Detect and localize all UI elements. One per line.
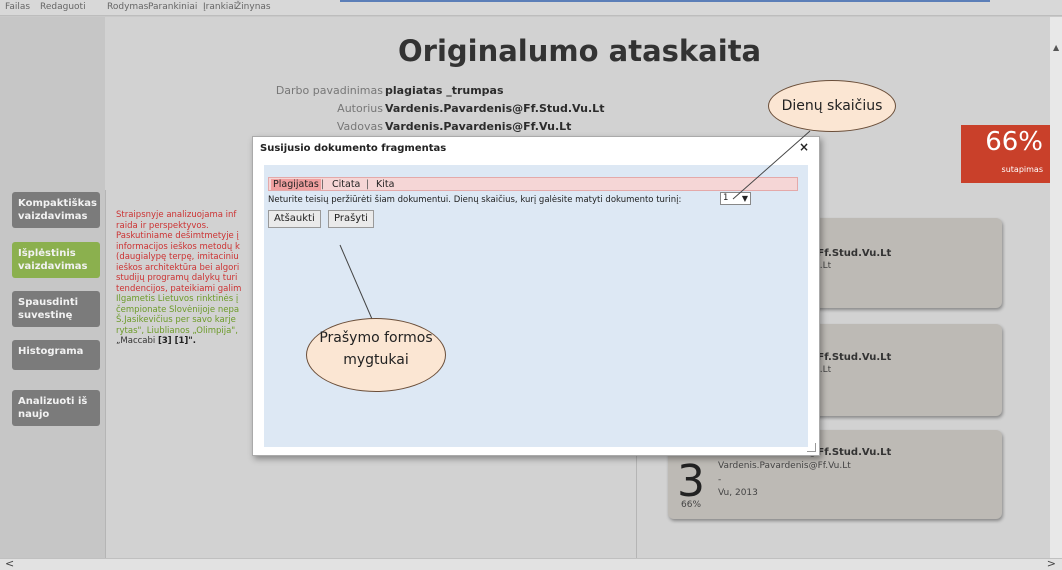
menu-favorites[interactable]: Parankiniai [148, 2, 197, 12]
chevron-down-icon: ▼ [741, 194, 748, 203]
supervisor-row: Vadovas Vardenis.Pavardenis@Ff.Vu.Lt [250, 120, 750, 136]
supervisor-value: Vardenis.Pavardenis@Ff.Vu.Lt [385, 120, 572, 133]
left-pane [0, 17, 105, 558]
nav-reanalyze[interactable]: Analizuoti iš naujo [12, 390, 100, 426]
nav-compact-view[interactable]: Kompaktiškas vaizdavimas [12, 192, 100, 228]
days-select-value: 1 [723, 193, 729, 203]
tab-plagiarism[interactable]: Plagijatas [271, 179, 321, 190]
resize-grip-icon[interactable] [807, 443, 816, 452]
scroll-left-icon[interactable]: < [5, 557, 14, 570]
source-sub: Vardenis.Pavardenis@Ff.Vu.Lt [718, 461, 851, 471]
menu-help[interactable]: Žinynas [235, 2, 271, 12]
window-accent-line [340, 0, 990, 2]
nav-extended-view[interactable]: Išplėstinis vaizdavimas [12, 242, 100, 278]
match-percentage-badge: 66% sutapimas [961, 125, 1051, 183]
match-percentage-value: 66% [985, 127, 1043, 157]
author-row: Autorius Vardenis.Pavardenis@Ff.Stud.Vu.… [250, 102, 750, 118]
callout-form-text-line1: Prašymo formos [319, 330, 433, 346]
source-percentage: 66% [681, 500, 702, 510]
menu-tools[interactable]: Įrankiai [203, 2, 236, 12]
days-select[interactable]: 1 ▼ [720, 192, 751, 205]
tab-separator: | [321, 179, 325, 190]
nav-histogram[interactable]: Histograma [12, 340, 100, 370]
callout-form-buttons: Prašymo formos mygtukai [306, 318, 446, 392]
callout-days-text: Dienų skaičius [781, 98, 883, 114]
author-label: Autorius [337, 102, 383, 115]
related-fragment-dialog: Susijusio dokumento fragmentas × Plagija… [252, 136, 820, 456]
horizontal-scrollbar[interactable]: < > [0, 557, 1062, 570]
document-text: Straipsnyje analizuojama inf raida ir pe… [116, 210, 256, 410]
plagiarized-text[interactable]: Straipsnyje analizuojama inf raida ir pe… [116, 210, 241, 294]
work-title-row: Darbo pavadinimas plagiatas _trumpas [250, 84, 750, 100]
dialog-title: Susijusio dokumento fragmentas [260, 143, 447, 154]
vertical-scrollbar[interactable]: ▲ ▼ [1050, 17, 1062, 568]
quoted-text[interactable]: Ilgametis Lietuvos rinktinės į čempionat… [116, 294, 239, 336]
nav-print-summary[interactable]: Spausdinti suvestinę [12, 291, 100, 327]
dialog-body: Plagijatas | Citata | Kita Neturite teis… [264, 165, 808, 447]
menu-view[interactable]: Rodymas [107, 2, 148, 12]
scroll-right-icon[interactable]: > [1047, 557, 1056, 570]
menu-file[interactable]: Failas [5, 2, 30, 12]
scroll-up-icon[interactable]: ▲ [1053, 43, 1059, 52]
supervisor-label: Vadovas [336, 120, 383, 133]
divider [105, 190, 106, 558]
menu-bar: Failas Redaguoti Rodymas Parankiniai Įra… [0, 0, 1062, 16]
close-icon[interactable]: × [799, 140, 809, 154]
tab-citation[interactable]: Citata [332, 179, 360, 190]
text-fragment: „Maccabi [116, 336, 156, 346]
work-title-value: plagiatas _trumpas [385, 84, 504, 97]
permission-message: Neturite teisių peržiūrėti šiam dokument… [268, 195, 682, 205]
reference-links[interactable]: [3] [1]". [158, 336, 196, 346]
source-year: Vu, 2013 [718, 488, 758, 498]
page-title: Originalumo ataskaita [398, 34, 762, 68]
author-value: Vardenis.Pavardenis@Ff.Stud.Vu.Lt [385, 102, 605, 115]
menu-edit[interactable]: Redaguoti [40, 2, 86, 12]
tab-other[interactable]: Kita [376, 179, 394, 190]
request-button[interactable]: Prašyti [328, 210, 374, 228]
work-title-label: Darbo pavadinimas [275, 84, 383, 97]
cancel-button[interactable]: Atšaukti [268, 210, 321, 228]
tab-separator: | [366, 179, 370, 190]
source-dash: - [718, 475, 722, 485]
callout-days-count: Dienų skaičius [768, 80, 896, 132]
callout-form-text-line2: mygtukai [343, 352, 409, 368]
fragment-type-tabs: Plagijatas | Citata | Kita [268, 177, 798, 191]
match-percentage-label: sutapimas [1001, 165, 1043, 174]
